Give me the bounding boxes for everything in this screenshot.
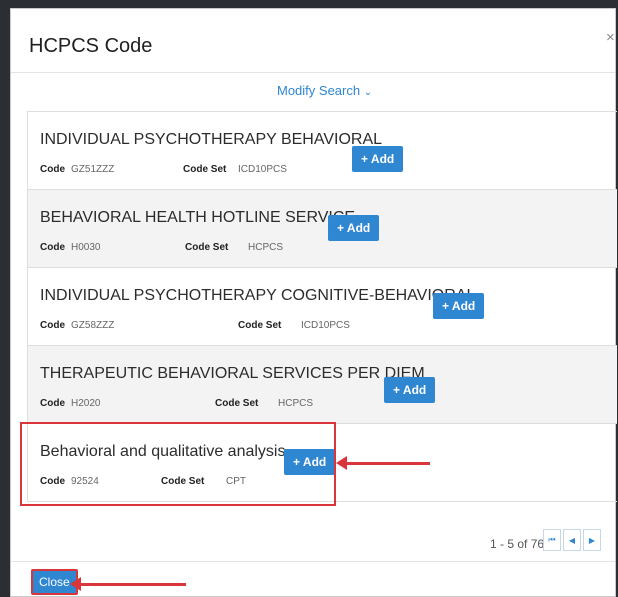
hcpcs-code-modal: HCPCS Code × Modify Search ⌄ INDIVIDUAL … xyxy=(10,8,617,597)
annotation-arrow-close xyxy=(70,577,186,591)
next-page-icon[interactable]: ▶ xyxy=(583,529,601,551)
code-label: Code xyxy=(40,242,65,253)
header-divider xyxy=(11,72,615,73)
add-button[interactable]: + Add xyxy=(352,146,404,172)
code-label: Code xyxy=(40,164,65,175)
result-row: THERAPEUTIC BEHAVIORAL SERVICES PER DIEM… xyxy=(27,346,617,424)
code-set-label: Code Set xyxy=(238,320,282,331)
result-title: INDIVIDUAL PSYCHOTHERAPY BEHAVIORAL xyxy=(40,131,383,148)
code-set-label: Code Set xyxy=(183,164,227,175)
result-row: INDIVIDUAL PSYCHOTHERAPY BEHAVIORAL Code… xyxy=(27,112,617,190)
code-set-label: Code Set xyxy=(185,242,229,253)
add-button[interactable]: + Add xyxy=(433,293,485,319)
pagination-summary: 1 - 5 of 76 xyxy=(490,537,545,551)
code-set-value: HCPCS xyxy=(248,242,284,253)
footer-divider xyxy=(11,561,615,562)
code-value: H2020 xyxy=(71,398,101,409)
modal-title: HCPCS Code xyxy=(29,35,153,57)
code-value: GZ51ZZZ xyxy=(71,164,115,175)
code-set-label: Code Set xyxy=(215,398,259,409)
add-button[interactable]: + Add xyxy=(328,215,380,241)
code-set-value: ICD10PCS xyxy=(301,320,350,331)
result-row: INDIVIDUAL PSYCHOTHERAPY COGNITIVE-BEHAV… xyxy=(27,268,617,346)
chevron-down-icon: ⌄ xyxy=(363,87,373,98)
add-button[interactable]: + Add xyxy=(384,377,436,403)
previous-page-icon[interactable]: ◀ xyxy=(563,529,581,551)
code-value: H0030 xyxy=(71,242,101,253)
result-title: THERAPEUTIC BEHAVIORAL SERVICES PER DIEM xyxy=(40,365,425,382)
code-label: Code xyxy=(40,398,65,409)
result-title: INDIVIDUAL PSYCHOTHERAPY COGNITIVE-BEHAV… xyxy=(40,287,476,304)
annotation-arrow-add xyxy=(336,456,430,470)
close-icon[interactable]: × xyxy=(606,29,615,46)
code-value: GZ58ZZZ xyxy=(71,320,115,331)
result-row: BEHAVIORAL HEALTH HOTLINE SERVICE Code H… xyxy=(27,190,617,268)
modify-search-link[interactable]: Modify Search ⌄ xyxy=(277,83,372,98)
first-page-icon[interactable]: ⏮ xyxy=(543,529,561,551)
code-set-value: HCPCS xyxy=(278,398,314,409)
highlight-box xyxy=(20,422,336,506)
result-title: BEHAVIORAL HEALTH HOTLINE SERVICE xyxy=(40,209,356,226)
code-label: Code xyxy=(40,320,65,331)
modify-search-label: Modify Search xyxy=(277,83,361,98)
code-set-value: ICD10PCS xyxy=(238,164,287,175)
